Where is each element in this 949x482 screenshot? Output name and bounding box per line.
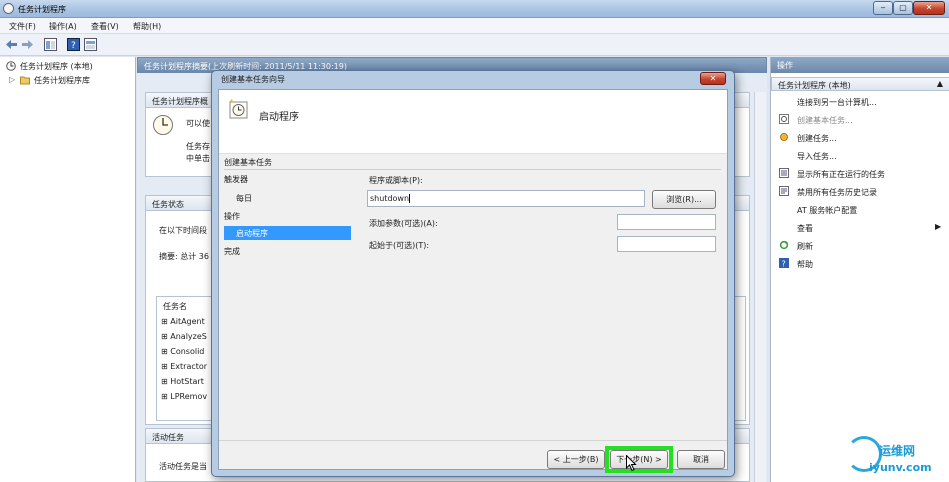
watermark-url: iyunv.com xyxy=(869,461,932,474)
overview-line: 中单击 xyxy=(186,154,210,163)
action-show-running[interactable]: 显示所有正在运行的任务 xyxy=(797,169,885,180)
action-help[interactable]: 帮助 xyxy=(797,259,813,270)
task-column-header: 任务名 xyxy=(163,302,187,311)
dialog-header: 启动程序 xyxy=(219,90,727,154)
help-icon[interactable]: ? xyxy=(67,38,80,51)
actions-section-label: 任务计划程序 (本地) xyxy=(778,81,851,90)
status-line: 在以下时间段 xyxy=(159,226,207,235)
wizard-step-title: 启动程序 xyxy=(259,112,299,123)
task-name: AnalyzeS xyxy=(170,332,207,341)
console-tree: 任务计划程序 (本地) ▷ 任务计划程序库 xyxy=(0,57,136,482)
create-basic-task-dialog: 创建基本任务向导 ✕ 启动程序 创建基本任务 触发器 每日 操作 启动程序 完成… xyxy=(211,70,735,477)
app-clock-icon xyxy=(3,3,14,14)
action-import-task[interactable]: 导入任务... xyxy=(797,151,837,162)
svg-text:?: ? xyxy=(71,41,76,51)
action-pane: 操作 任务计划程序 (本地) ▲ 连接到另一台计算机... 创建基本任务... 创… xyxy=(770,57,949,482)
console-tree-icon[interactable] xyxy=(44,38,57,51)
clock-icon xyxy=(6,61,16,71)
menu-help[interactable]: 帮助(H) xyxy=(133,21,161,32)
wizard-nav-trigger: 触发器 xyxy=(224,175,248,184)
wizard-divider xyxy=(224,169,721,170)
start-in-label: 起始于(可选)(T): xyxy=(369,241,430,250)
action-at-service[interactable]: AT 服务帐户配置 xyxy=(797,205,857,216)
action-view[interactable]: 查看 xyxy=(797,223,813,234)
dialog-body: 启动程序 创建基本任务 触发器 每日 操作 启动程序 完成 程序或脚本(P): … xyxy=(218,89,728,473)
active-line: 活动任务是当 xyxy=(159,462,207,471)
task-row[interactable]: ⊞ Extractor xyxy=(161,362,207,371)
task-name: HotStart xyxy=(170,377,204,386)
task-row[interactable]: ⊞ HotStart xyxy=(161,377,204,386)
task-row[interactable]: ⊞ AitAgent xyxy=(161,317,205,326)
action-disable-history[interactable]: 禁用所有任务历史记录 xyxy=(797,187,877,198)
window-title: 任务计划程序 xyxy=(18,5,66,14)
forward-arrow-icon[interactable] xyxy=(21,38,34,51)
action-pane-icon[interactable] xyxy=(84,38,97,51)
menu-view[interactable]: 查看(V) xyxy=(91,21,119,32)
create-task-icon xyxy=(780,133,788,141)
task-name: Extractor xyxy=(170,362,208,371)
minimize-button[interactable]: ‒ xyxy=(873,1,893,15)
close-button[interactable]: ✕ xyxy=(913,1,945,15)
window-titlebar: 任务计划程序 ‒ ▢ ✕ xyxy=(0,0,949,18)
menu-action[interactable]: 操作(A) xyxy=(49,21,77,32)
back-arrow-icon[interactable] xyxy=(5,38,18,51)
program-input[interactable]: shutdown xyxy=(367,190,645,207)
start-in-input[interactable] xyxy=(617,236,716,252)
center-scrollbar[interactable] xyxy=(754,92,766,482)
submenu-arrow-icon: ▶ xyxy=(935,222,942,231)
dialog-title: 创建基本任务向导 xyxy=(221,75,285,84)
browse-button[interactable]: 浏览(R)... xyxy=(652,190,716,209)
task-name: AitAgent xyxy=(170,317,205,326)
expand-arrow-icon[interactable]: ▷ xyxy=(9,75,15,84)
action-create-basic-task[interactable]: 创建基本任务... xyxy=(797,115,853,126)
running-tasks-icon xyxy=(779,168,789,178)
program-value: shutdown xyxy=(370,194,410,203)
task-name: LPRemov xyxy=(170,392,208,401)
arguments-input[interactable] xyxy=(617,214,716,230)
tree-item-root[interactable]: 任务计划程序 (本地) xyxy=(20,61,93,72)
text-caret xyxy=(409,194,411,203)
help-icon: ? xyxy=(779,258,789,268)
status-summary: 摘要: 总计 36 xyxy=(159,252,209,261)
maximize-button[interactable]: ▢ xyxy=(893,1,913,15)
wizard-nav-finish: 完成 xyxy=(224,247,240,256)
mouse-cursor-icon xyxy=(626,455,637,472)
wizard-nav-action: 操作 xyxy=(224,212,240,221)
tree-item-library[interactable]: 任务计划程序库 xyxy=(34,75,90,86)
basic-task-icon xyxy=(779,114,789,124)
button-divider xyxy=(219,440,727,441)
action-connect[interactable]: 连接到另一台计算机... xyxy=(797,97,877,108)
menubar: 文件(F) 操作(A) 查看(V) 帮助(H) xyxy=(0,18,949,34)
watermark-cn: 运维网 xyxy=(879,444,916,458)
actions-header: 操作 xyxy=(771,57,949,73)
svg-text:?: ? xyxy=(782,260,786,269)
task-row[interactable]: ⊞ Consolid xyxy=(161,347,204,356)
clock-large-icon xyxy=(153,115,173,135)
arguments-label: 添加参数(可选)(A): xyxy=(369,219,438,228)
back-button[interactable]: < 上一步(B) xyxy=(547,450,605,469)
history-icon xyxy=(779,186,789,196)
task-row[interactable]: ⊞ LPRemov xyxy=(161,392,207,401)
cancel-button[interactable]: 取消 xyxy=(677,450,725,469)
wizard-nav-section: 创建基本任务 xyxy=(224,158,272,167)
folder-icon xyxy=(20,76,30,85)
toolbar: ? xyxy=(0,34,949,56)
next-button[interactable]: 下一步(N) > xyxy=(610,450,668,469)
action-create-task[interactable]: 创建任务... xyxy=(797,133,837,144)
program-label: 程序或脚本(P): xyxy=(369,176,423,185)
overview-line: 任务存 xyxy=(186,142,210,151)
action-refresh[interactable]: 刷新 xyxy=(797,241,813,252)
overview-line: 可以使 xyxy=(186,119,210,128)
wizard-nav-start-program: 启动程序 xyxy=(236,229,268,238)
actions-section-header[interactable]: 任务计划程序 (本地) ▲ xyxy=(771,77,949,91)
collapse-arrow-icon: ▲ xyxy=(936,79,943,88)
wizard-clock-icon xyxy=(229,99,248,119)
dialog-close-button[interactable]: ✕ xyxy=(700,72,726,85)
task-row[interactable]: ⊞ AnalyzeS xyxy=(161,332,207,341)
menu-file[interactable]: 文件(F) xyxy=(9,21,36,32)
wizard-nav-daily: 每日 xyxy=(236,194,252,203)
task-name: Consolid xyxy=(170,347,205,356)
refresh-icon xyxy=(779,240,789,250)
